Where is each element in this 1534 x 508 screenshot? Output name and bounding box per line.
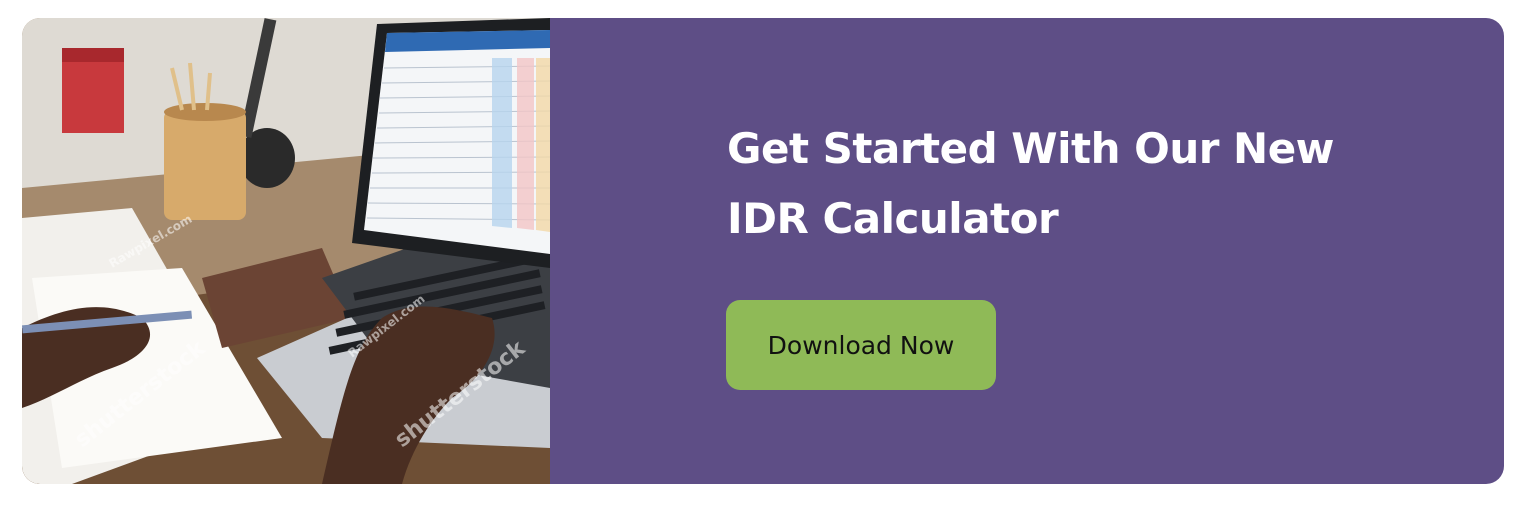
promo-banner: shutterstock shutterstock Rawpixel.com R… <box>22 18 1504 484</box>
laptop-spreadsheet-photo: shutterstock shutterstock Rawpixel.com R… <box>22 18 550 484</box>
banner-headline: Get Started With Our New IDR Calculator <box>727 124 1335 243</box>
hero-photo: shutterstock shutterstock Rawpixel.com R… <box>22 18 550 484</box>
promo-panel: Get Started With Our New IDR Calculator … <box>550 18 1504 484</box>
download-now-button[interactable]: Download Now <box>726 300 996 390</box>
